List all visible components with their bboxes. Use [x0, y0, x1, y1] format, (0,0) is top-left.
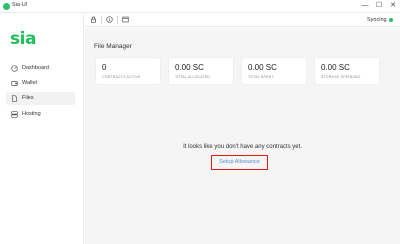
stat-label: TOTAL ALLOCATED: [175, 75, 211, 79]
sidebar-item-label: Wallet: [22, 80, 38, 86]
sidebar-item-label: Dashboard: [22, 65, 49, 71]
toolbar-divider: [117, 16, 118, 24]
window-title: Sia-UI: [12, 2, 28, 8]
toolbar-divider: [101, 16, 102, 24]
sia-logo: sia: [10, 29, 36, 49]
info-icon[interactable]: [106, 16, 113, 23]
stat-value: 0.00 SC: [321, 63, 350, 72]
terminal-icon[interactable]: [122, 16, 129, 23]
maximize-button[interactable]: ☐: [372, 0, 386, 12]
sync-status: Syncing: [367, 17, 387, 23]
sidebar-item-dashboard[interactable]: Dashboard: [6, 62, 75, 75]
setup-allowance-button[interactable]: Setup Allowance: [211, 155, 268, 170]
sidebar-item-files[interactable]: Files: [6, 92, 75, 105]
sidebar-item-wallet[interactable]: Wallet: [6, 77, 75, 90]
sidebar-item-label: Files: [22, 95, 34, 101]
top-toolbar: Syncing: [84, 13, 400, 27]
sidebar-item-hosting[interactable]: Hosting: [6, 108, 75, 121]
sidebar: sia Dashboard Wallet Files Hosting: [0, 13, 84, 244]
stat-value: 0.00 SC: [248, 63, 277, 72]
stat-card-spent: 0.00 SC TOTAL SPENT: [242, 58, 306, 84]
window-titlebar: Sia-UI — ☐ ✕: [0, 0, 400, 13]
lock-icon[interactable]: [90, 16, 97, 23]
stat-label: STORAGE SPENDING: [321, 75, 361, 79]
sync-indicator-icon: [389, 18, 393, 22]
stat-card-contracts: 0 CONTRACTS ACTIVE: [96, 58, 160, 84]
stat-value: 0: [102, 63, 107, 72]
app-icon: [3, 3, 10, 10]
hosting-icon: [11, 111, 18, 118]
stat-label: TOTAL SPENT: [248, 75, 274, 79]
stat-label: CONTRACTS ACTIVE: [102, 75, 141, 79]
empty-state-message: It looks like you don't have any contrac…: [183, 144, 302, 150]
wallet-icon: [11, 81, 18, 86]
stat-card-storage: 0.00 SC STORAGE SPENDING: [315, 58, 379, 84]
dashboard-icon: [11, 65, 18, 72]
minimize-button[interactable]: —: [358, 0, 372, 12]
close-button[interactable]: ✕: [386, 0, 400, 12]
sidebar-item-label: Hosting: [22, 111, 41, 117]
stat-value: 0.00 SC: [175, 63, 204, 72]
setup-allowance-label: Setup Allowance: [219, 159, 260, 165]
stat-card-allocated: 0.00 SC TOTAL ALLOCATED: [169, 58, 233, 84]
page-title: File Manager: [94, 43, 132, 50]
files-icon: [12, 95, 17, 102]
